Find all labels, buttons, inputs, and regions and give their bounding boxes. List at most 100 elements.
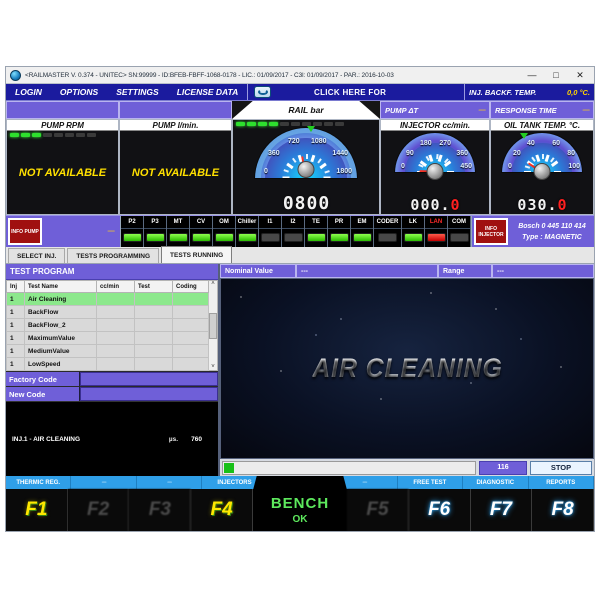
led-i2[interactable]: I2 [282,216,305,247]
table-row[interactable]: 1 Air Cleaning [6,292,209,306]
close-button[interactable]: ✕ [568,68,592,83]
table-row[interactable]: 1 MaximumValue [6,331,209,345]
rail-label-360: 360 [268,150,280,157]
panel-pump-lmin: PUMP l/min. NOT AVAILABLE [119,119,232,215]
led-mt[interactable]: MT [167,216,190,247]
menu-item-settings[interactable]: SETTINGS [107,87,168,97]
led-chiller-label: Chiller [236,216,258,229]
inj-status-text: INJ.1 - AIR CLEANING [12,435,81,443]
menu-item-options[interactable]: OPTIONS [51,87,107,97]
led-em-indicator [352,233,372,242]
function-key-f4[interactable]: F4 [191,489,253,531]
range-label: Range [438,264,492,278]
tab-select-inj[interactable]: SELECT INJ. [8,248,66,263]
response-time: RESPONSE TIME ----- [490,101,594,119]
status-led-row: INFO PUMP ----- P2 P3 MT CV OM Chiller I… [6,215,594,247]
test-program-scrollbar[interactable]: ˄ ˅ [209,280,218,371]
running-panel: Nominal Value --- Range --- AIR CLEANING… [220,264,594,476]
cell-test [134,344,173,358]
test-program-title: TEST PROGRAM [6,264,218,280]
tab-tests-programming[interactable]: TESTS PROGRAMMING [67,248,160,263]
click-here-banner[interactable]: CLICK HERE FOR [247,84,464,100]
cell-coding [172,344,209,358]
cell-coding [172,318,209,332]
oil-tank-setpoint-marker [520,133,528,139]
led-cv[interactable]: CV [190,216,213,247]
led-pr[interactable]: PR [328,216,351,247]
pump-rpm-title: PUMP RPM [7,120,118,131]
cell-inj: 1 [6,292,25,306]
tab-tests-running[interactable]: TESTS RUNNING [161,246,233,263]
minimize-button[interactable]: — [520,68,544,83]
info-pump-button[interactable]: INFO PUMP [8,218,42,245]
fn-label-f3: ---- [137,476,203,489]
maximize-button[interactable]: □ [544,68,568,83]
function-key-f3[interactable]: F3 [129,489,192,531]
response-time-value: ----- [582,106,590,114]
led-em-label: EM [351,216,373,229]
new-code-row: New Code [6,386,218,401]
scroll-down-arrow[interactable]: ˅ [211,364,215,370]
scroll-up-arrow[interactable]: ˄ [211,281,215,287]
function-key-bar: F1 F2 F3 F4 BENCH OK F5 F6 F7 F8 [6,476,594,531]
inj-backflow-temp: INJ. BACKF. TEMP. 0,0 °C. [464,84,594,100]
injector-gauge-hub [426,163,444,180]
bench-status: OK [292,514,308,525]
oil-tank-title: OIL TANK TEMP. °C. [491,120,593,131]
led-om-indicator [214,233,234,242]
new-code-value[interactable] [80,387,218,401]
fn-label-f2: ---- [71,476,137,489]
oil-tank-digit-0: 0 [517,196,527,214]
pump-delta-t: PUMP ΔT ----- [380,101,490,119]
main-content: TEST PROGRAM Inj Test Name cc/min Test C… [6,264,594,476]
function-key-f8[interactable]: F8 [532,489,594,531]
led-te[interactable]: TE [305,216,328,247]
led-om[interactable]: OM [213,216,236,247]
function-key-f6[interactable]: F6 [408,489,471,531]
injector-gauge-area: 0 90 180 270 360 450 [381,131,489,180]
factory-code-value[interactable] [80,372,218,386]
scroll-thumb[interactable] [209,312,217,339]
menu-item-license-data[interactable]: LICENSE DATA [168,87,248,97]
led-i1[interactable]: I1 [259,216,282,247]
led-p3[interactable]: P3 [144,216,167,247]
led-chiller[interactable]: Chiller [236,216,259,247]
led-em[interactable]: EM [351,216,374,247]
led-coder-label: CODER [374,216,401,229]
pump-lmin-title: PUMP l/min. [120,120,231,131]
range-value: --- [492,264,594,278]
menu-item-login[interactable]: LOGIN [6,87,51,97]
led-com[interactable]: COM [448,216,471,247]
function-key-f1[interactable]: F1 [6,489,68,531]
led-lan[interactable]: LAN [425,216,448,247]
led-mt-label: MT [167,216,189,229]
led-te-indicator [306,233,326,242]
injector-label-270: 270 [439,140,451,147]
function-key-f2[interactable]: F2 [67,489,130,531]
oil-tank-digit-4: 0 [557,196,567,214]
info-injector-button[interactable]: INFO INJECTOR [474,218,508,245]
sub-header-bar: RAIL bar PUMP ΔT ----- RESPONSE TIME ---… [6,101,594,119]
pump-lmin-body: NOT AVAILABLE [120,131,231,214]
panel-oil-tank: OIL TANK TEMP. °C. 0 20 40 60 80 100 0 3… [490,119,594,215]
column-inj: Inj [6,280,25,293]
table-row[interactable]: 1 LowSpeed [6,357,209,371]
led-coder[interactable]: CODER [374,216,402,247]
led-mt-indicator [168,233,188,242]
function-key-f5[interactable]: F5 [347,489,409,531]
cell-ccmin [96,292,135,306]
table-row[interactable]: 1 BackFlow [6,305,209,319]
cell-test [134,357,173,371]
stop-button[interactable]: STOP [530,460,592,475]
test-program-grid: Inj Test Name cc/min Test Coding 1 Air C… [6,280,218,371]
table-row[interactable]: 1 MediumValue [6,344,209,358]
stage-title: AIR CLEANING [311,353,503,383]
injector-decimal-point: . [440,196,450,214]
led-lk[interactable]: LK [402,216,425,247]
led-p2[interactable]: P2 [121,216,144,247]
table-row[interactable]: 1 BackFlow_2 [6,318,209,332]
status-gap-dash: ----- [107,228,115,235]
function-key-f7[interactable]: F7 [470,489,533,531]
nominal-value-label: Nominal Value [220,264,296,278]
code-box: Factory Code New Code [6,371,218,401]
